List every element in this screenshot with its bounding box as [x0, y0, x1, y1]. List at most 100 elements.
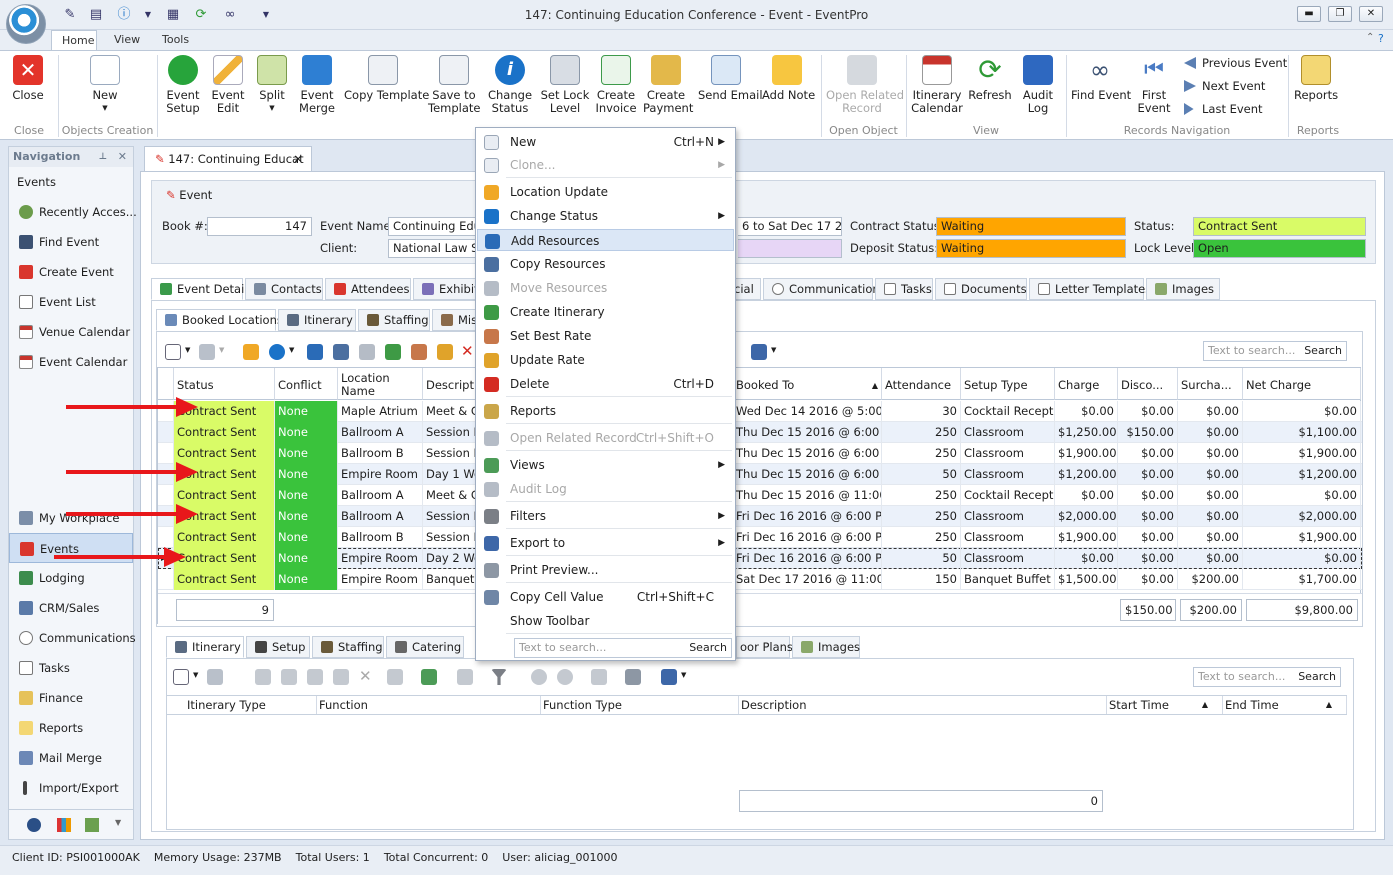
new-record-icon[interactable]	[173, 669, 189, 685]
table-cell[interactable]: $1,200.00	[1055, 464, 1118, 485]
nav-event-calendar[interactable]: Event Calendar	[9, 347, 133, 377]
add-resources-icon[interactable]	[307, 344, 323, 360]
reports-icon[interactable]	[387, 669, 403, 685]
tab-documents[interactable]: Documents	[935, 278, 1027, 300]
table-cell[interactable]: Empire Room	[338, 464, 423, 485]
table-cell[interactable]: Classroom	[961, 527, 1055, 548]
itinerary-search-button[interactable]: Search	[1298, 668, 1336, 686]
chevron-down-icon[interactable]: ▼	[185, 346, 190, 354]
table-row[interactable]: Contract Sent None Ballroom A Meet & Gr Thu …	[158, 485, 1362, 506]
pencil-icon[interactable]	[243, 344, 259, 360]
previous-event-button[interactable]: Previous Event	[1184, 53, 1287, 73]
table-cell[interactable]: None	[275, 422, 338, 443]
table-cell[interactable]: None	[275, 401, 338, 422]
event-edit-button[interactable]: Event Edit	[208, 55, 248, 115]
table-cell[interactable]: $1,500.00	[1055, 569, 1118, 590]
close-tab-icon[interactable]: ✕	[293, 152, 303, 166]
create-invoice-button[interactable]: Create Invoice	[594, 55, 638, 115]
tab-communications[interactable]: Communications	[763, 278, 886, 300]
views-icon[interactable]	[421, 669, 437, 685]
module-crm-sales[interactable]: CRM/Sales	[9, 593, 133, 623]
itinerary-search-input[interactable]: Search Text to search...	[1193, 667, 1341, 687]
table-cell[interactable]: $1,900.00	[1243, 443, 1361, 464]
create-itinerary-icon[interactable]	[385, 344, 401, 360]
table-cell[interactable]: Wed Dec 14 2016 @ 5:00 PM	[733, 401, 882, 422]
table-cell[interactable]: Contract Sent	[174, 569, 275, 590]
table-cell[interactable]: Empire Room	[338, 548, 423, 569]
table-cell[interactable]: 250	[882, 485, 961, 506]
module-tasks[interactable]: Tasks	[9, 653, 133, 683]
new-record-icon[interactable]	[165, 344, 181, 360]
chevron-down-icon[interactable]: ▼	[289, 346, 294, 354]
close-window-button[interactable]: ✕	[1359, 6, 1383, 22]
table-cell[interactable]: $1,700.00	[1243, 569, 1361, 590]
reports-button[interactable]: Reports	[1294, 55, 1338, 102]
column-header[interactable]: Charge	[1055, 368, 1118, 400]
refresh-icon[interactable]: ⟳	[193, 7, 209, 23]
menu-item-export-to[interactable]: Export to ▶	[477, 532, 734, 554]
tab-attendees[interactable]: Attendees	[325, 278, 411, 300]
column-header[interactable]: Start Time ▲	[1107, 696, 1223, 714]
table-cell[interactable]: 250	[882, 506, 961, 527]
table-cell[interactable]: 250	[882, 422, 961, 443]
menu-item-change-status[interactable]: Change Status ▶	[477, 205, 734, 227]
column-header[interactable]: Status	[174, 368, 275, 400]
row-indicator[interactable]	[158, 569, 174, 590]
menu-item-copy-resources[interactable]: Copy Resources	[477, 253, 734, 275]
document-icon[interactable]: ▤	[88, 7, 104, 23]
table-row[interactable]: Contract Sent None Ballroom A Session Blo Th…	[158, 422, 1362, 443]
table-cell[interactable]: Ballroom B	[338, 527, 423, 548]
table-cell[interactable]: $2,000.00	[1055, 506, 1118, 527]
menu-item-clone[interactable]: Clone... ▶	[477, 154, 734, 176]
table-cell[interactable]: $0.00	[1178, 443, 1243, 464]
table-cell[interactable]: $0.00	[1178, 464, 1243, 485]
add-note-button[interactable]: Add Note	[762, 55, 815, 102]
module-finance[interactable]: Finance	[9, 683, 133, 713]
column-header[interactable]: Attendance	[882, 368, 961, 400]
subtab-staffing[interactable]: Staffing	[358, 309, 430, 331]
move-resources-icon[interactable]	[359, 344, 375, 360]
table-cell[interactable]: None	[275, 464, 338, 485]
set-lock-level-button[interactable]: Set Lock Level	[540, 55, 590, 115]
table-cell[interactable]: 150	[882, 569, 961, 590]
chevron-down-icon[interactable]: ▼	[140, 7, 156, 23]
table-row[interactable]: Contract Sent None Empire Room Banquet Sat D…	[158, 569, 1362, 590]
close-icon[interactable]: ✕	[118, 147, 127, 167]
table-cell[interactable]: Ballroom A	[338, 422, 423, 443]
nav-find-event[interactable]: Find Event	[9, 227, 133, 257]
table-cell[interactable]: Thu Dec 15 2016 @ 6:00 PM	[733, 422, 882, 443]
export-icon[interactable]	[751, 344, 767, 360]
add-icon[interactable]	[255, 669, 271, 685]
binoculars-icon[interactable]: ∞	[222, 7, 238, 23]
clone-icon[interactable]	[199, 344, 215, 360]
table-cell[interactable]: $1,900.00	[1243, 527, 1361, 548]
table-cell[interactable]: Classroom	[961, 464, 1055, 485]
table-row[interactable]: Contract Sent None Ballroom B Session Blo Th…	[158, 443, 1362, 464]
row-indicator[interactable]	[158, 422, 174, 443]
row-indicator[interactable]	[158, 443, 174, 464]
table-cell[interactable]: Contract Sent	[174, 527, 275, 548]
up-icon[interactable]	[531, 669, 547, 685]
resource-icon[interactable]	[333, 669, 349, 685]
table-cell[interactable]: $1,100.00	[1243, 422, 1361, 443]
menu-search-input[interactable]: Search Text to search...	[514, 638, 732, 658]
table-cell[interactable]: 50	[882, 464, 961, 485]
table-cell[interactable]: 50	[882, 548, 961, 569]
deposit-status-field[interactable]: Waiting	[936, 239, 1126, 258]
table-cell[interactable]: Fri Dec 16 2016 @ 6:00 PM	[733, 548, 882, 569]
table-cell[interactable]: None	[275, 569, 338, 590]
chevron-down-icon[interactable]: ▼	[681, 671, 686, 679]
edit-icon[interactable]: ✎	[62, 7, 78, 23]
send-email-button[interactable]: Send Email	[698, 55, 763, 102]
table-row[interactable]: Contract Sent None Ballroom A Session Blo Fr…	[158, 506, 1362, 527]
row-indicator[interactable]	[158, 485, 174, 506]
split-button[interactable]: Split ▼	[253, 55, 291, 115]
table-row[interactable]: ▶Contract SentNoneEmpire RoomDay 2 WorFr…	[158, 548, 1362, 569]
app-logo-icon[interactable]	[6, 4, 46, 44]
table-cell[interactable]: $0.00	[1055, 485, 1118, 506]
status-field[interactable]: Contract Sent	[1193, 217, 1366, 236]
column-header[interactable]: Net Charge	[1243, 368, 1361, 400]
event-setup-button[interactable]: Event Setup	[163, 55, 203, 115]
tab-event-detail[interactable]: Event Detail	[151, 278, 247, 300]
book-number-field[interactable]: 147	[207, 217, 312, 236]
